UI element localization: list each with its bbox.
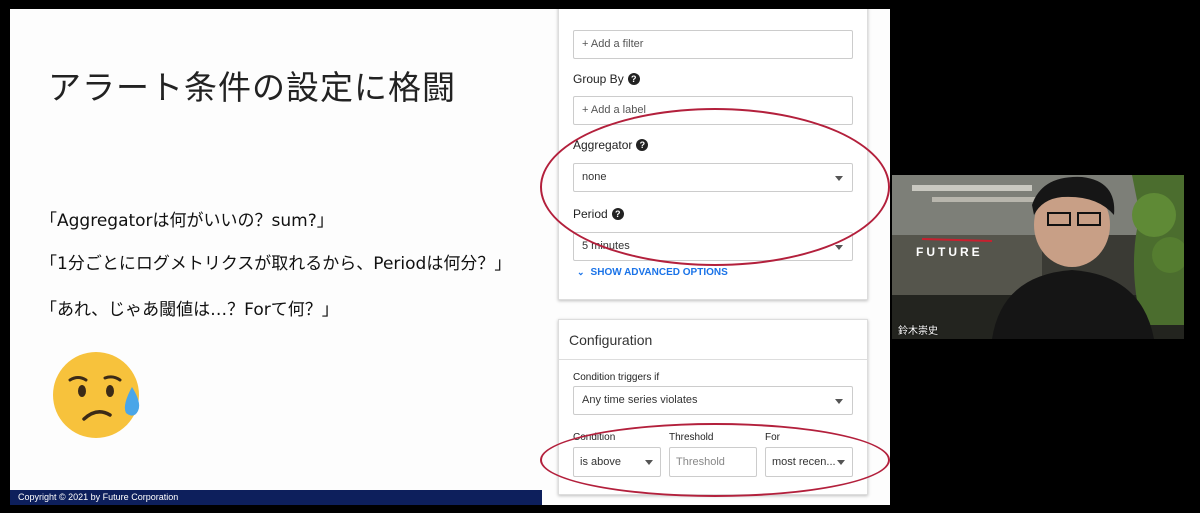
filter-input[interactable]: + Add a filter bbox=[573, 30, 853, 59]
help-icon[interactable]: ? bbox=[627, 73, 640, 85]
for-label: For bbox=[765, 432, 780, 443]
help-icon[interactable]: ? bbox=[636, 139, 649, 151]
period-select[interactable]: 5 minutes bbox=[573, 232, 853, 261]
dropdown-arrow-icon bbox=[835, 176, 843, 181]
group-by-input[interactable]: + Add a label bbox=[573, 96, 853, 125]
dropdown-arrow-icon bbox=[645, 460, 653, 465]
for-select[interactable]: most recen... bbox=[765, 447, 853, 477]
slide-bullet-1: 「Aggregatorは何がいいの？sum?」 bbox=[40, 211, 334, 231]
help-icon[interactable]: ? bbox=[611, 208, 624, 220]
participant-video: FUTURE 鈴木崇史 bbox=[892, 175, 1184, 339]
dropdown-arrow-icon bbox=[837, 460, 845, 465]
participant-name: 鈴木崇史 bbox=[898, 326, 938, 337]
slide-bullet-3: 「あれ、じゃあ閾値は…？Forて何？」 bbox=[40, 300, 339, 320]
period-label: Period? bbox=[573, 207, 624, 221]
dropdown-arrow-icon bbox=[835, 245, 843, 250]
chevron-down-icon: ⌄ bbox=[577, 267, 585, 277]
configuration-title: Configuration bbox=[559, 320, 867, 360]
slide-title: アラート条件の設定に格闘 bbox=[48, 68, 456, 107]
dropdown-arrow-icon bbox=[835, 399, 843, 404]
condition-settings-panel: + Add a filter Group By? + Add a label A… bbox=[558, 9, 868, 300]
condition-triggers-label: Condition triggers if bbox=[573, 372, 660, 383]
condition-triggers-value: Any time series violates bbox=[582, 394, 698, 406]
future-logo: FUTURE bbox=[916, 245, 983, 259]
threshold-input[interactable]: Threshold bbox=[669, 447, 757, 477]
condition-select[interactable]: is above bbox=[573, 447, 661, 477]
aggregator-label: Aggregator? bbox=[573, 138, 649, 152]
condition-label: Condition bbox=[573, 432, 616, 443]
group-by-label-text: Group By bbox=[573, 72, 624, 86]
period-value: 5 minutes bbox=[582, 240, 630, 252]
presentation-slide: アラート条件の設定に格闘 「Aggregatorは何がいいの？sum?」 「1分… bbox=[10, 9, 890, 505]
condition-triggers-select[interactable]: Any time series violates bbox=[573, 386, 853, 415]
aggregator-value: none bbox=[582, 171, 607, 183]
threshold-label: Threshold bbox=[669, 432, 714, 443]
period-label-text: Period bbox=[573, 207, 608, 221]
aggregator-label-text: Aggregator bbox=[573, 138, 633, 152]
group-by-label: Group By? bbox=[573, 72, 640, 86]
configuration-panel: Configuration Condition triggers if Any … bbox=[558, 319, 868, 495]
slide-footer: Copyright © 2021 by Future Corporation bbox=[10, 490, 542, 505]
for-value: most recen... bbox=[772, 456, 836, 468]
condition-value: is above bbox=[580, 456, 621, 468]
aggregator-select[interactable]: none bbox=[573, 163, 853, 192]
sad-sweat-face-emoji-icon bbox=[53, 352, 140, 438]
advanced-options-label: SHOW ADVANCED OPTIONS bbox=[590, 267, 728, 278]
slide-bullet-2: 「1分ごとにログメトリクスが取れるから、Periodは何分？」 bbox=[40, 254, 512, 274]
show-advanced-options-link[interactable]: ⌄ SHOW ADVANCED OPTIONS bbox=[577, 267, 728, 278]
